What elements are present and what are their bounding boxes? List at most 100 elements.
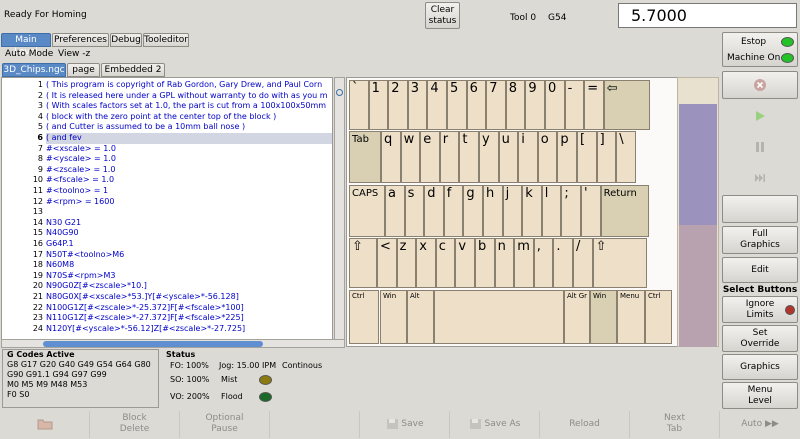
key[interactable]: h — [483, 185, 503, 237]
empty-button[interactable] — [722, 195, 798, 223]
optional-pause-button[interactable]: Optional Pause — [180, 411, 270, 438]
key[interactable]: z — [396, 238, 417, 288]
code-line[interactable]: N40G90 — [46, 228, 79, 239]
code-line[interactable]: N110G1Z[#<zscale>*-27.372]F[#<fscale>*22… — [46, 313, 244, 324]
code-line[interactable]: N80G0X[#<xscale>*53.]Y[#<yscale>*-56.128… — [46, 292, 239, 303]
code-line[interactable]: N60M8 — [46, 260, 74, 271]
right-shift-key[interactable]: ⇧ — [592, 238, 647, 288]
set-override-button[interactable]: Set Override — [722, 325, 798, 352]
key[interactable]: ' — [581, 185, 601, 237]
key[interactable]: d — [424, 185, 444, 237]
key[interactable]: a — [385, 185, 405, 237]
key[interactable]: 5 — [447, 80, 467, 130]
key[interactable]: ] — [596, 131, 617, 183]
code-line[interactable]: N70S#<rpm>M3 — [46, 271, 116, 282]
edit-button[interactable]: Edit — [722, 257, 798, 283]
key[interactable]: 0 — [545, 80, 565, 130]
clear-status-button[interactable]: Clear status — [425, 2, 460, 29]
tab-tooleditor[interactable]: Tooleditor — [143, 33, 189, 47]
key[interactable]: p — [557, 131, 577, 183]
caps-lock-key[interactable]: CAPS — [349, 185, 385, 237]
key[interactable]: 2 — [388, 80, 408, 130]
key[interactable]: r — [439, 131, 460, 183]
code-line[interactable]: N120Y[#<yscale>*-56.12]Z[#<zscale>*-27.7… — [46, 324, 245, 335]
key[interactable]: 8 — [505, 80, 526, 130]
menu-level-button[interactable]: Menu Level — [722, 382, 798, 409]
key[interactable]: f — [443, 185, 464, 237]
pause-button[interactable] — [722, 133, 798, 161]
key[interactable]: u — [498, 131, 519, 183]
space-key[interactable] — [434, 290, 564, 344]
code-line[interactable]: #<rpm> = 1600 — [46, 197, 114, 208]
left-win-key[interactable]: Win — [380, 290, 407, 344]
machine-on-label[interactable]: Machine On — [727, 53, 780, 63]
right-ctrl-key[interactable]: Ctrl — [645, 290, 672, 344]
key[interactable]: x — [416, 238, 436, 288]
code-line[interactable]: ( With scales factors set at 1.0, the pa… — [46, 101, 326, 112]
return-key[interactable]: Return — [600, 185, 649, 237]
code-line[interactable]: ( and fev — [46, 133, 332, 144]
step-button[interactable] — [722, 164, 798, 192]
key[interactable]: e — [420, 131, 440, 183]
code-line[interactable]: #<toolno> = 1 — [46, 186, 108, 197]
code-line[interactable]: #<xscale> = 1.0 — [46, 144, 116, 155]
key[interactable]: 4 — [427, 80, 447, 130]
code-area[interactable]: ( This program is copyright of Rab Gordo… — [46, 78, 332, 346]
key[interactable]: = — [584, 80, 604, 130]
key[interactable]: ; — [561, 185, 581, 237]
auto-mode-menu[interactable]: Auto Mode — [5, 49, 53, 59]
key[interactable]: o — [537, 131, 558, 183]
key[interactable]: i — [518, 131, 538, 183]
next-tab-button[interactable]: Next Tab — [630, 411, 720, 438]
alt-gr-key[interactable]: Alt Gr — [564, 290, 590, 344]
key[interactable]: 6 — [466, 80, 487, 130]
estop-label[interactable]: Estop — [741, 37, 766, 47]
key[interactable]: . — [553, 238, 573, 288]
full-graphics-button[interactable]: Full Graphics — [722, 226, 798, 254]
key[interactable]: 3 — [407, 80, 428, 130]
save-as-button[interactable]: Save As — [450, 411, 540, 438]
gcode-editor[interactable]: 1 2 3 4 5 6 7 8 9 10 11 12 13 14 15 16 17 18 19 20 21 22 23 24 … — [1, 77, 333, 347]
key[interactable]: , — [533, 238, 554, 288]
code-line[interactable]: N30 G21 — [46, 218, 81, 229]
key[interactable]: y — [479, 131, 499, 183]
key[interactable]: l — [541, 185, 562, 237]
key[interactable]: 9 — [525, 80, 545, 130]
tab-preferences[interactable]: Preferences — [52, 33, 109, 47]
key[interactable]: q — [381, 131, 401, 183]
key[interactable]: < — [377, 238, 397, 288]
key[interactable]: w — [400, 131, 421, 183]
graphics-button[interactable]: Graphics — [722, 354, 798, 380]
key[interactable]: m — [514, 238, 534, 288]
key[interactable]: c — [435, 238, 456, 288]
reload-button[interactable]: Reload — [540, 411, 630, 438]
left-shift-key[interactable]: ⇧ — [349, 238, 377, 288]
code-line[interactable]: N50T#<toolno>M6 — [46, 250, 124, 261]
editor-vertical-scrollbar[interactable] — [334, 77, 345, 347]
file-tab-page-3[interactable]: page 3 — [67, 63, 100, 87]
key[interactable]: s — [404, 185, 425, 237]
code-line[interactable]: #<fscale> = 1.0 — [46, 175, 114, 186]
right-win-key[interactable]: Win — [590, 290, 617, 344]
backspace-key[interactable]: ⇦ — [603, 80, 650, 130]
key[interactable]: 1 — [368, 80, 389, 130]
file-tab-embedded-2[interactable]: Embedded 2 — [101, 63, 165, 77]
tab-key[interactable]: Tab — [349, 131, 381, 183]
code-line[interactable]: G64P.1 — [46, 239, 74, 250]
key[interactable]: n — [494, 238, 515, 288]
auto-button[interactable]: Auto ▶▶ — [720, 411, 800, 438]
ignore-limits-button[interactable]: Ignore Limits — [722, 296, 798, 323]
menu-key[interactable]: Menu — [617, 290, 645, 344]
tab-debug[interactable]: Debug — [110, 33, 142, 47]
file-tab-3d-chips[interactable]: 3D_Chips.ngc — [2, 63, 66, 77]
key[interactable]: / — [573, 238, 593, 288]
tab-main-level[interactable]: Main Level — [1, 33, 51, 57]
key[interactable]: \ — [616, 131, 636, 183]
stop-button[interactable] — [722, 71, 798, 99]
code-line[interactable]: ( It is released here under a GPL withou… — [46, 91, 328, 102]
run-button[interactable] — [722, 102, 798, 130]
code-line[interactable]: #<zscale> = 1.0 — [46, 165, 115, 176]
view-menu[interactable]: View -z — [58, 49, 90, 59]
open-button[interactable] — [0, 411, 90, 438]
key[interactable]: g — [463, 185, 483, 237]
